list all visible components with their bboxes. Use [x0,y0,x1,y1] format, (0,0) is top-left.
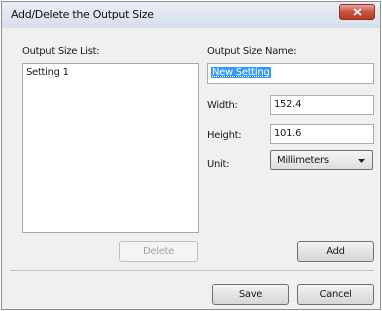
chevron-down-icon [358,159,365,163]
output-size-list[interactable]: Setting 1 [22,63,199,233]
dialog-title: Add/Delete the Output Size [11,8,154,21]
height-label: Height: [207,130,242,141]
unit-label: Unit: [207,159,230,170]
unit-selected-value: Millimeters [277,155,329,166]
width-value: 152.4 [274,99,302,110]
output-size-name-field[interactable]: New Setting [207,63,374,84]
close-icon [352,8,362,16]
close-button[interactable] [339,4,375,20]
save-button[interactable]: Save [212,284,289,305]
height-value: 101.6 [274,128,302,139]
dialog-body: Output Size List: Setting 1 Output Size … [2,28,380,309]
add-button[interactable]: Add [297,241,374,262]
delete-button[interactable]: Delete [119,241,198,262]
output-size-list-label: Output Size List: [22,46,100,57]
width-label: Width: [207,100,238,111]
output-size-name-value: New Setting [211,67,271,78]
cancel-button[interactable]: Cancel [297,284,374,305]
unit-select[interactable]: Millimeters [270,150,373,170]
title-bar[interactable]: Add/Delete the Output Size [2,2,380,28]
height-field[interactable]: 101.6 [270,124,374,144]
output-size-name-label: Output Size Name: [207,46,297,57]
width-field[interactable]: 152.4 [270,95,374,115]
list-item[interactable]: Setting 1 [26,67,69,78]
output-size-dialog: Add/Delete the Output Size Output Size L… [1,1,381,310]
separator [10,270,374,271]
